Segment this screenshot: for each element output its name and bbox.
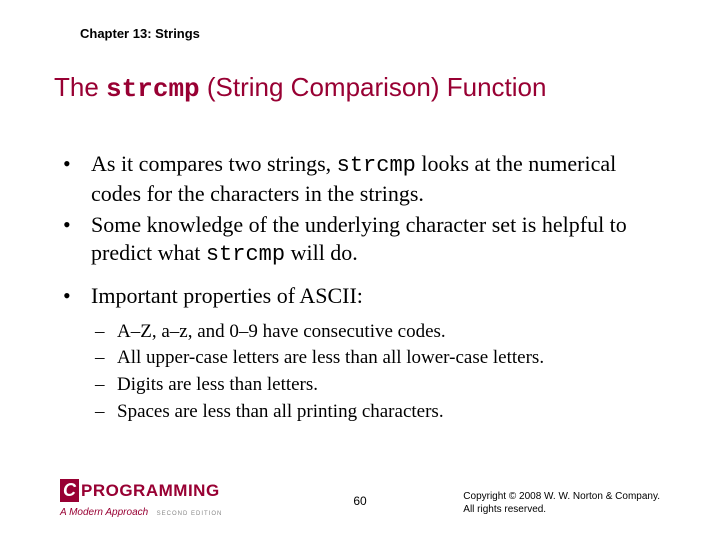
- subbullet-item: – Digits are less than letters.: [95, 373, 670, 397]
- title-post: (String Comparison) Function: [200, 72, 547, 102]
- subbullet-item: – A–Z, a–z, and 0–9 have consecutive cod…: [95, 320, 670, 344]
- bullet-code: strcmp: [337, 153, 416, 178]
- bullet-code: strcmp: [206, 242, 285, 267]
- content-area: • As it compares two strings, strcmp loo…: [63, 150, 670, 427]
- logo-prog: PROGRAMMING: [81, 481, 220, 501]
- book-logo: C PROGRAMMING A Modern Approach SECOND E…: [60, 479, 222, 520]
- bullet-dot: •: [63, 282, 91, 310]
- page-number: 60: [353, 494, 366, 508]
- subbullet-text: All upper-case letters are less than all…: [117, 346, 670, 370]
- title-code: strcmp: [106, 74, 200, 104]
- bullet-post: will do.: [285, 240, 358, 265]
- subbullet-dash: –: [95, 373, 117, 397]
- copyright: Copyright © 2008 W. W. Norton & Company.…: [463, 491, 660, 516]
- subbullet-item: – Spaces are less than all printing char…: [95, 400, 670, 424]
- subbullet-text: Spaces are less than all printing charac…: [117, 400, 670, 424]
- logo-sub-row: A Modern Approach SECOND EDITION: [60, 502, 222, 520]
- subbullet-text: A–Z, a–z, and 0–9 have consecutive codes…: [117, 320, 670, 344]
- copyright-line1: Copyright © 2008 W. W. Norton & Company.: [463, 491, 660, 504]
- subbullet-item: – All upper-case letters are less than a…: [95, 346, 670, 370]
- subbullet-dash: –: [95, 346, 117, 370]
- title-pre: The: [54, 72, 106, 102]
- bullet-text: Important properties of ASCII:: [91, 282, 670, 310]
- subbullet-dash: –: [95, 400, 117, 424]
- slide-title: The strcmp (String Comparison) Function: [54, 72, 546, 104]
- bullet-item: • As it compares two strings, strcmp loo…: [63, 150, 670, 207]
- logo-sub: A Modern Approach: [60, 507, 148, 518]
- bullet-dot: •: [63, 150, 91, 207]
- bullet-text: As it compares two strings, strcmp looks…: [91, 150, 670, 207]
- logo-top: C PROGRAMMING: [60, 479, 222, 502]
- bullet-pre: Some knowledge of the underlying charact…: [91, 212, 627, 265]
- subbullet-text: Digits are less than letters.: [117, 373, 670, 397]
- logo-ed: SECOND EDITION: [157, 511, 223, 517]
- sublist: – A–Z, a–z, and 0–9 have consecutive cod…: [63, 320, 670, 424]
- bullet-item: • Important properties of ASCII:: [63, 282, 670, 310]
- chapter-header: Chapter 13: Strings: [80, 26, 200, 41]
- bullet-pre: As it compares two strings,: [91, 151, 337, 176]
- footer: C PROGRAMMING A Modern Approach SECOND E…: [60, 480, 660, 520]
- bullet-pre: Important properties of ASCII:: [91, 283, 363, 308]
- bullet-item: • Some knowledge of the underlying chara…: [63, 211, 670, 268]
- bullet-text: Some knowledge of the underlying charact…: [91, 211, 670, 268]
- copyright-line2: All rights reserved.: [463, 504, 660, 517]
- subbullet-dash: –: [95, 320, 117, 344]
- bullet-dot: •: [63, 211, 91, 268]
- logo-c: C: [60, 479, 79, 502]
